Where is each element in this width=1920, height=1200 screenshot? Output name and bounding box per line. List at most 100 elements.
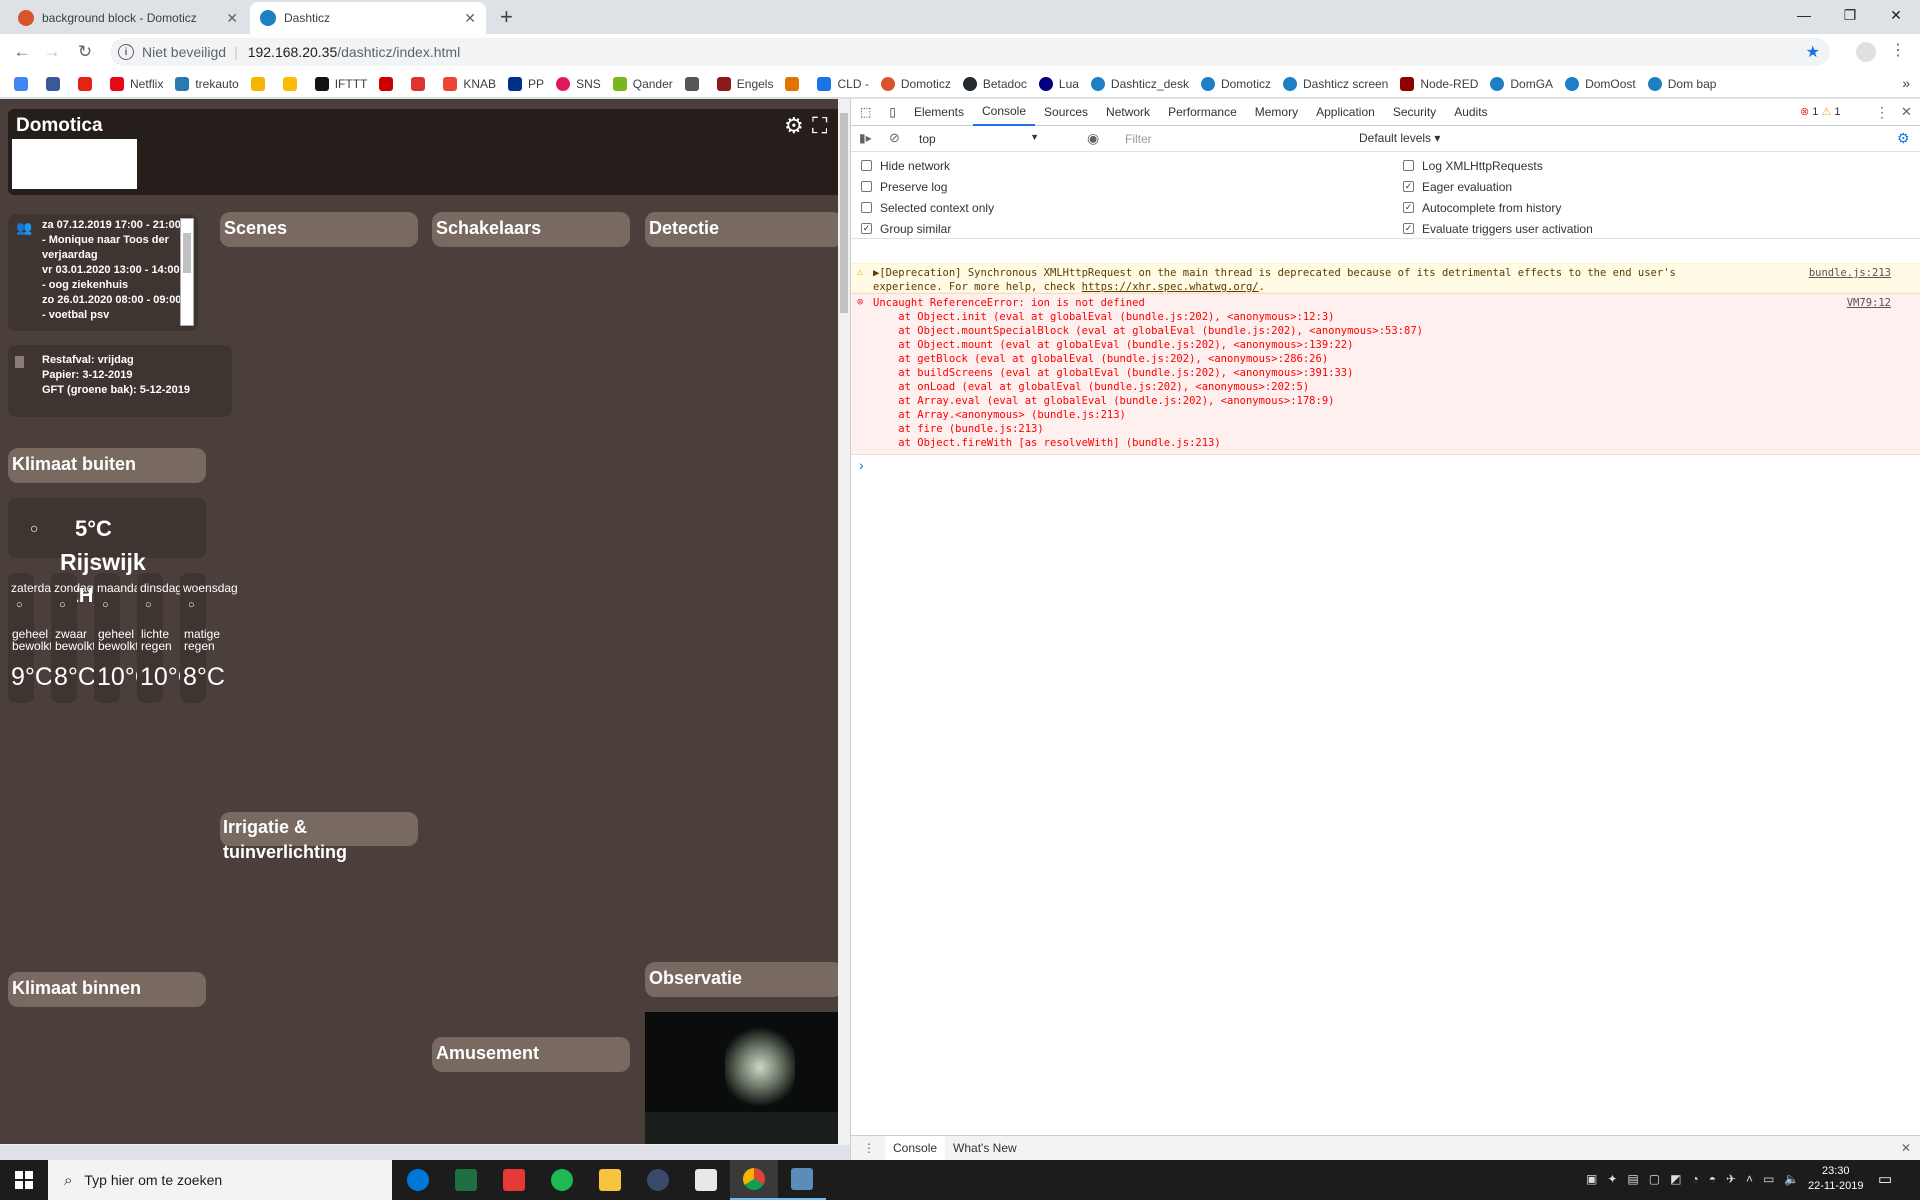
back-button[interactable]: ← [10,40,34,64]
tab-console[interactable]: Console [972,99,1036,126]
bookmark-netflix[interactable]: Netflix [110,76,163,91]
calendar-scrollbar[interactable] [180,218,194,326]
windows-start-icon[interactable] [0,1160,48,1200]
tab-sources[interactable]: Sources [1035,99,1097,126]
new-tab-button[interactable]: + [500,4,513,30]
profile-avatar[interactable] [1856,42,1876,62]
drawer-tab-console[interactable]: Console [885,1135,946,1161]
vpn-icon[interactable] [634,1160,682,1200]
checkbox[interactable] [1403,160,1414,171]
tray-app-icon[interactable]: ✦ [1607,1172,1617,1186]
log-levels-select[interactable]: Default levels ▾ [1359,131,1440,145]
tab-performance[interactable]: Performance [1159,99,1246,126]
checkbox[interactable] [861,160,872,171]
star-icon[interactable]: ★ [1806,42,1820,62]
bookmark-dashticz-screen[interactable]: Dashticz screen [1282,76,1388,91]
minimize-button[interactable]: — [1781,0,1827,30]
bookmark-domga[interactable]: DomGA [1490,76,1553,91]
bookmark-item[interactable] [250,76,271,91]
setting-hide-network[interactable]: Hide network [861,155,994,176]
close-tab-icon[interactable]: ✕ [464,10,476,27]
tab-application[interactable]: Application [1307,99,1384,126]
tray-app-icon[interactable]: ▤ [1627,1172,1638,1186]
tray-app-icon[interactable]: ◔ [1691,1172,1698,1186]
clear-console-icon[interactable]: ⊘ [889,130,900,146]
tab-dashticz[interactable]: Dashticz ✕ [250,2,486,34]
context-select[interactable]: top ▼ [913,129,1043,148]
reload-button[interactable]: ↻ [73,40,97,64]
vertical-scrollbar[interactable] [838,99,850,1145]
clock[interactable]: 23:30 22-11-2019 [1808,1164,1863,1194]
eye-icon[interactable]: ◉ [1087,130,1099,147]
setting-selected-context[interactable]: Selected context only [861,197,994,218]
drawer-tab-whats-new[interactable]: What's New [945,1141,1025,1155]
setting-evaluate-triggers[interactable]: ✓ Evaluate triggers user activation [1403,218,1593,239]
checkbox[interactable] [861,181,872,192]
excel-icon[interactable] [442,1160,490,1200]
bookmark-cld[interactable]: CLD - [817,76,869,91]
bookmark-domoost[interactable]: DomOost [1565,76,1636,91]
gear-icon[interactable]: ⚙ [784,113,804,139]
checkbox[interactable] [861,202,872,213]
address-bar[interactable]: i Niet beveiligd | 192.168.20.35/dashtic… [110,38,1830,66]
setting-log-xhr[interactable]: Log XMLHttpRequests [1403,155,1593,176]
bookmark-item[interactable] [785,76,805,91]
device-toolbar-icon[interactable]: ▯ [880,99,905,126]
bookmark-dashticz-desk[interactable]: Dashticz_desk [1090,76,1189,91]
tab-elements[interactable]: Elements [905,99,973,126]
bookmark-domoticz[interactable]: Domoticz [880,76,951,91]
fullscreen-icon[interactable]: ⛶ [812,113,827,139]
error-source-link[interactable]: VM79:12 [1847,296,1891,310]
edge-icon[interactable] [394,1160,442,1200]
bookmark-sns[interactable]: SNS [556,76,601,91]
close-drawer-icon[interactable]: ✕ [1901,1141,1911,1155]
close-tab-icon[interactable]: ✕ [226,10,238,27]
chrome-icon[interactable] [730,1160,778,1200]
bookmark-item[interactable] [684,76,705,91]
tray-app-icon[interactable]: ◩ [1670,1172,1681,1186]
bookmark-dom-bap[interactable]: Dom bap [1647,76,1716,91]
tray-app-icon[interactable]: ◓ [1709,1172,1716,1186]
scrollbar-thumb[interactable] [840,113,848,313]
mail-icon[interactable] [682,1160,730,1200]
bookmark-ifttt[interactable]: IFTTT [314,76,367,91]
bookmark-node-red[interactable]: Node-RED [1400,76,1478,91]
filter-input[interactable]: Filter [1119,129,1359,148]
close-devtools-icon[interactable]: ✕ [1901,104,1912,120]
tray-app-icon[interactable]: ▣ [1586,1172,1597,1186]
tab-domoticz[interactable]: background block - Domoticz ✕ [8,2,248,34]
tab-security[interactable]: Security [1384,99,1445,126]
checkbox-checked[interactable]: ✓ [1403,202,1414,213]
file-explorer-icon[interactable] [586,1160,634,1200]
setting-eager-eval[interactable]: ✓ Eager evaluation [1403,176,1593,197]
drawer-menu-icon[interactable]: ⋮ [863,1141,875,1155]
checkbox-checked[interactable]: ✓ [1403,223,1414,234]
menu-icon[interactable]: ⋮ [1890,40,1906,60]
tab-memory[interactable]: Memory [1246,99,1307,126]
warning-source-link[interactable]: bundle.js:213 [1809,266,1891,280]
camera-image[interactable] [645,1012,850,1145]
network-icon[interactable]: ▭ [1763,1172,1774,1186]
bookmark-qander[interactable]: Qander [612,76,673,91]
show-hidden-icons[interactable]: ˄ [1746,1172,1753,1186]
issue-counter[interactable]: ⊗ 1 ⚠ 1 [1800,105,1841,118]
bookmark-engels[interactable]: Engels [716,76,773,91]
warning-link[interactable]: https://xhr.spec.whatwg.org/ [1082,281,1259,293]
setting-autocomplete[interactable]: ✓ Autocomplete from history [1403,197,1593,218]
bookmark-betadoc[interactable]: Betadoc [962,76,1027,91]
notification-icon[interactable]: ▭ [1878,1170,1892,1188]
forward-button[interactable]: → [40,40,64,64]
checkbox-checked[interactable]: ✓ [861,223,872,234]
checkbox-checked[interactable]: ✓ [1403,181,1414,192]
bookmark-lua[interactable]: Lua [1038,76,1079,91]
console-settings-gear-icon[interactable]: ⚙ [1897,130,1910,147]
setting-preserve-log[interactable]: Preserve log [861,176,994,197]
maximize-button[interactable]: ❐ [1827,0,1873,30]
bookmark-trekauto[interactable]: trekauto [175,76,239,91]
scrollbar-thumb[interactable] [183,233,191,273]
app-icon[interactable] [490,1160,538,1200]
console-prompt[interactable]: › [859,457,864,473]
devtools-menu-icon[interactable]: ⋮ [1875,104,1889,121]
bookmark-domoticz[interactable]: Domoticz [1200,76,1271,91]
tray-app-icon[interactable]: ▢ [1649,1172,1660,1186]
